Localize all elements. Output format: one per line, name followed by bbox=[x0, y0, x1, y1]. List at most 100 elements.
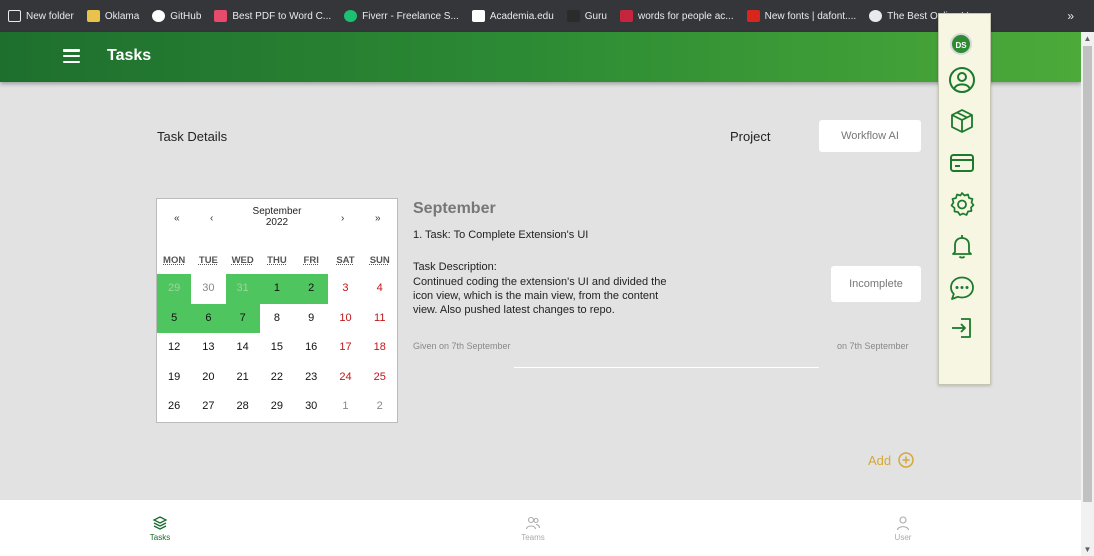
dafont-icon bbox=[746, 10, 760, 22]
add-button[interactable]: Add bbox=[868, 452, 914, 468]
add-label: Add bbox=[868, 452, 892, 468]
bookmark-label: GitHub bbox=[170, 10, 202, 22]
weekday-header: SAT bbox=[336, 255, 355, 266]
layers-icon bbox=[152, 516, 168, 530]
bookmark-item[interactable]: Oklama bbox=[86, 10, 139, 22]
weekday-header: FRI bbox=[303, 255, 319, 266]
profile-icon[interactable] bbox=[948, 66, 976, 94]
scroll-up-arrow-icon[interactable]: ▲ bbox=[1081, 32, 1094, 45]
bookmark-label: New folder bbox=[26, 10, 74, 22]
scroll-thumb[interactable] bbox=[1083, 46, 1092, 502]
calendar-day[interactable]: 26 bbox=[157, 392, 191, 422]
github-icon bbox=[152, 10, 166, 22]
calendar-day[interactable]: 12 bbox=[157, 333, 191, 363]
calendar-day[interactable]: 24 bbox=[328, 363, 362, 393]
calendar-day[interactable]: 9 bbox=[294, 304, 328, 334]
bookmark-label: words for people ac... bbox=[638, 10, 734, 22]
cloud-icon bbox=[869, 10, 883, 22]
bookmark-item[interactable]: words for people ac... bbox=[620, 10, 734, 22]
bookmark-page-icon bbox=[8, 10, 21, 22]
weekday-header: MON bbox=[163, 255, 186, 266]
folder-icon bbox=[86, 10, 100, 22]
bookmark-label: Guru bbox=[584, 10, 607, 22]
calendar-day[interactable]: 20 bbox=[191, 363, 225, 393]
nav-teams[interactable]: Teams bbox=[503, 515, 563, 542]
next-year-button[interactable]: » bbox=[375, 213, 381, 224]
nav-user[interactable]: User bbox=[873, 515, 933, 542]
calendar-day[interactable]: 30 bbox=[191, 274, 225, 304]
calendar-day[interactable]: 8 bbox=[260, 304, 294, 334]
settings-icon[interactable] bbox=[948, 190, 976, 218]
team-icon bbox=[525, 516, 541, 530]
calendar-day[interactable]: 2 bbox=[294, 274, 329, 304]
bookmark-item[interactable]: GitHub bbox=[152, 10, 201, 22]
menu-icon[interactable] bbox=[63, 49, 80, 63]
calendar-day[interactable]: 22 bbox=[260, 363, 294, 393]
bookmark-item[interactable]: New fonts | dafont.... bbox=[746, 10, 857, 22]
pdf-icon bbox=[214, 10, 228, 22]
calendar-day[interactable]: 15 bbox=[260, 333, 294, 363]
bookmark-label: Fiverr - Freelance S... bbox=[362, 10, 459, 22]
extension-logo[interactable]: DS bbox=[950, 33, 972, 55]
on-date: on 7th September bbox=[837, 341, 909, 351]
incomplete-status-button[interactable]: Incomplete bbox=[831, 266, 921, 302]
bottom-navigation: Tasks Teams User bbox=[0, 500, 1081, 556]
calendar-day[interactable]: 28 bbox=[226, 392, 260, 422]
bookmark-item[interactable]: Academia.edu bbox=[471, 10, 554, 22]
task-title: 1. Task: To Complete Extension's UI bbox=[413, 229, 589, 241]
calendar-day[interactable]: 16 bbox=[294, 333, 328, 363]
academia-icon bbox=[471, 10, 485, 22]
bell-icon[interactable] bbox=[948, 232, 976, 260]
calendar-day[interactable]: 2 bbox=[363, 392, 397, 422]
bookmark-item[interactable]: Guru bbox=[566, 10, 607, 22]
bookmarks-more-icon[interactable]: » bbox=[1067, 9, 1074, 23]
calendar-day[interactable]: 29 bbox=[157, 274, 192, 304]
task-description-label: Task Description: bbox=[413, 261, 497, 273]
bookmark-item[interactable]: New folder bbox=[8, 10, 74, 22]
calendar-day[interactable]: 30 bbox=[294, 392, 328, 422]
calendar-day[interactable]: 27 bbox=[191, 392, 225, 422]
weekday-header: WED bbox=[231, 255, 254, 266]
calendar-day[interactable]: 13 bbox=[191, 333, 225, 363]
bookmark-label: New fonts | dafont.... bbox=[764, 10, 857, 22]
task-description: Continued coding the extension's UI and … bbox=[413, 276, 667, 316]
month-heading: September bbox=[413, 200, 496, 217]
card-icon[interactable] bbox=[948, 149, 976, 177]
workflow-ai-button[interactable]: Workflow AI bbox=[819, 120, 921, 152]
nav-user-label: User bbox=[894, 533, 912, 542]
calendar-day[interactable]: 11 bbox=[363, 304, 397, 334]
nav-tasks[interactable]: Tasks bbox=[130, 515, 190, 542]
calendar-day[interactable]: 31 bbox=[225, 274, 260, 304]
project-label: Project bbox=[730, 129, 771, 144]
calendar-day[interactable]: 21 bbox=[226, 363, 260, 393]
calendar-day[interactable]: 10 bbox=[328, 304, 362, 334]
calendar-day[interactable]: 25 bbox=[363, 363, 397, 393]
chat-icon[interactable] bbox=[948, 274, 976, 302]
calendar-day[interactable]: 1 bbox=[328, 392, 362, 422]
calendar-day[interactable]: 23 bbox=[294, 363, 328, 393]
app-header: Tasks bbox=[0, 32, 1081, 82]
next-month-button[interactable]: › bbox=[341, 213, 344, 224]
weekday-header: TUE bbox=[198, 255, 218, 266]
box-icon[interactable] bbox=[948, 107, 976, 135]
bookmark-label: Best PDF to Word C... bbox=[232, 10, 332, 22]
scrollbar[interactable]: ▲ ▼ bbox=[1081, 32, 1094, 556]
calendar-day[interactable]: 5 bbox=[157, 303, 192, 333]
calendar-day[interactable]: 7 bbox=[225, 303, 260, 333]
calendar-month-label[interactable]: September 2022 bbox=[157, 206, 397, 228]
calendar-day[interactable]: 6 bbox=[191, 303, 226, 333]
calendar-day[interactable]: 1 bbox=[259, 274, 295, 304]
calendar-day[interactable]: 3 bbox=[328, 274, 362, 304]
logout-icon[interactable] bbox=[948, 314, 976, 342]
calendar-day[interactable]: 4 bbox=[363, 274, 397, 304]
words-icon bbox=[620, 10, 633, 22]
scroll-down-arrow-icon[interactable]: ▼ bbox=[1081, 543, 1094, 556]
calendar-day[interactable]: 29 bbox=[260, 392, 294, 422]
bookmark-item[interactable]: Fiverr - Freelance S... bbox=[344, 10, 459, 22]
calendar-day[interactable]: 18 bbox=[363, 333, 397, 363]
calendar-day[interactable]: 14 bbox=[226, 333, 260, 363]
bookmark-item[interactable]: Best PDF to Word C... bbox=[214, 10, 331, 22]
calendar-day[interactable]: 17 bbox=[328, 333, 362, 363]
weekday-header: THU bbox=[267, 255, 287, 266]
calendar-day[interactable]: 19 bbox=[157, 363, 191, 393]
